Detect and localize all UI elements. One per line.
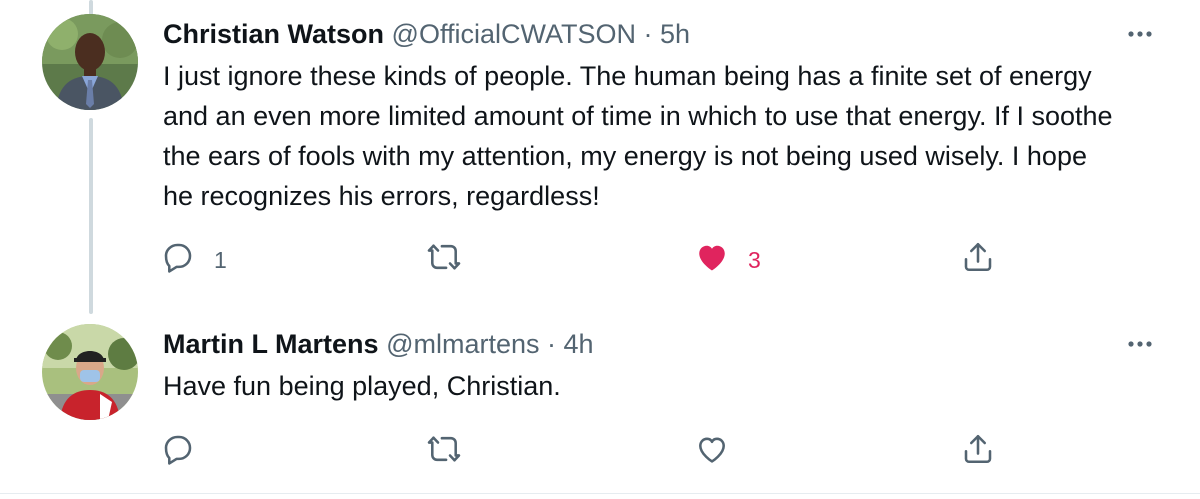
- divider: [0, 493, 1200, 494]
- author-name[interactable]: Christian Watson: [163, 19, 384, 49]
- tweet-actions: [160, 432, 1040, 472]
- thread-line: [89, 118, 93, 314]
- reply-button[interactable]: [160, 432, 214, 472]
- tweet-text: Have fun being played, Christian.: [163, 371, 561, 401]
- author-handle[interactable]: @OfficialCWATSON: [392, 19, 636, 49]
- retweet-button[interactable]: [426, 432, 480, 472]
- author-handle[interactable]: @mlmartens: [386, 329, 539, 359]
- avatar[interactable]: [42, 324, 138, 420]
- tweet-text: I just ignore these kinds of people. The…: [163, 61, 1113, 211]
- timestamp[interactable]: 4h: [564, 329, 594, 359]
- tweet-actions: 1 3: [160, 240, 1040, 280]
- tweet-header: Martin L Martens @mlmartens · 4h: [163, 324, 594, 364]
- reply-count: 1: [214, 246, 227, 273]
- like-count: 3: [748, 246, 761, 273]
- retweet-button[interactable]: [426, 240, 480, 280]
- reply-icon: [160, 239, 196, 281]
- tweet-header: Christian Watson @OfficialCWATSON · 5h: [163, 14, 690, 54]
- heart-filled-icon: [694, 239, 730, 281]
- author-name[interactable]: Martin L Martens: [163, 329, 379, 359]
- separator: ·: [643, 19, 653, 49]
- timestamp[interactable]: 5h: [660, 19, 690, 49]
- retweet-icon: [426, 239, 462, 281]
- heart-outline-icon: [694, 431, 730, 473]
- share-icon: [960, 431, 996, 473]
- reply-icon: [160, 431, 196, 473]
- retweet-icon: [426, 431, 462, 473]
- more-horizontal-icon[interactable]: [1124, 18, 1156, 50]
- like-button[interactable]: [694, 432, 748, 472]
- avatar[interactable]: [42, 14, 138, 110]
- share-button[interactable]: [960, 240, 996, 280]
- share-button[interactable]: [960, 432, 996, 472]
- tweet[interactable]: Christian Watson @OfficialCWATSON · 5h I…: [0, 0, 1200, 300]
- share-icon: [960, 239, 996, 281]
- like-button[interactable]: 3: [694, 240, 761, 280]
- tweet[interactable]: Martin L Martens @mlmartens · 4h Have fu…: [0, 314, 1200, 492]
- more-horizontal-icon[interactable]: [1124, 328, 1156, 360]
- separator: ·: [547, 329, 557, 359]
- reply-button[interactable]: 1: [160, 240, 227, 280]
